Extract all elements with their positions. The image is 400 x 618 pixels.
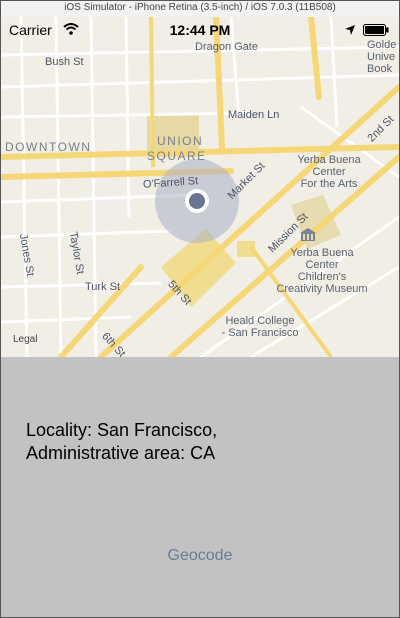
result-locality: Locality: San Francisco, bbox=[26, 420, 218, 440]
heald-line-2: - San Francisco bbox=[221, 327, 299, 339]
childrens-line-4: Creativity Museum bbox=[276, 283, 368, 295]
golden-line-2: Unive bbox=[367, 51, 396, 63]
place-label-dragon-gate: Dragon Gate bbox=[195, 41, 258, 53]
museum-icon bbox=[300, 228, 316, 241]
heald-line-1: Heald College bbox=[225, 315, 295, 327]
childrens-line-3: Children's bbox=[297, 271, 347, 283]
simulator-window: iOS Simulator - iPhone Retina (3.5-inch)… bbox=[0, 0, 400, 618]
window-title: iOS Simulator - iPhone Retina (3.5-inch)… bbox=[1, 1, 399, 17]
ybca-line-3: For the Arts bbox=[300, 178, 358, 190]
legal-link[interactable]: Legal bbox=[13, 334, 37, 346]
district-label-union: UNION bbox=[157, 134, 204, 148]
place-label-ybca: Yerba Buena Center For the Arts bbox=[284, 154, 374, 190]
childrens-line-2: Center bbox=[305, 259, 339, 271]
place-label-golden-gate-univ: Golde Unive Book bbox=[367, 39, 396, 75]
map-view[interactable]: Bush St Maiden Ln O'Farrell St Market St… bbox=[1, 17, 399, 357]
street-label-turk: Turk St bbox=[85, 281, 121, 293]
district-label-downtown: DOWNTOWN bbox=[5, 140, 92, 154]
childrens-line-1: Yerba Buena bbox=[290, 247, 354, 259]
place-label-heald-college: Heald College - San Francisco bbox=[215, 315, 305, 339]
result-panel: Locality: San Francisco, Administrative … bbox=[1, 357, 399, 617]
street-label-maiden: Maiden Ln bbox=[228, 109, 280, 121]
location-arrow-icon bbox=[345, 25, 355, 35]
ybca-line-2: Center bbox=[312, 166, 346, 178]
ybca-line-1: Yerba Buena bbox=[297, 154, 361, 166]
geocode-button[interactable]: Geocode bbox=[1, 547, 399, 565]
battery-icon bbox=[363, 24, 389, 36]
status-time: 12:44 PM bbox=[169, 22, 231, 38]
status-bar: Carrier 12:44 PM bbox=[1, 17, 399, 41]
golden-line-3: Book bbox=[367, 63, 393, 75]
district-label-square: SQUARE bbox=[147, 149, 207, 163]
geocode-result: Locality: San Francisco, Administrative … bbox=[26, 419, 217, 465]
place-label-childrens-museum: Yerba Buena Center Children's Creativity… bbox=[257, 247, 387, 295]
accuracy-circle bbox=[155, 159, 239, 243]
carrier-label: Carrier bbox=[9, 22, 52, 38]
street-label-bush: Bush St bbox=[45, 56, 84, 68]
result-administrative-area: Administrative area: CA bbox=[26, 443, 216, 463]
wifi-icon bbox=[63, 23, 79, 35]
